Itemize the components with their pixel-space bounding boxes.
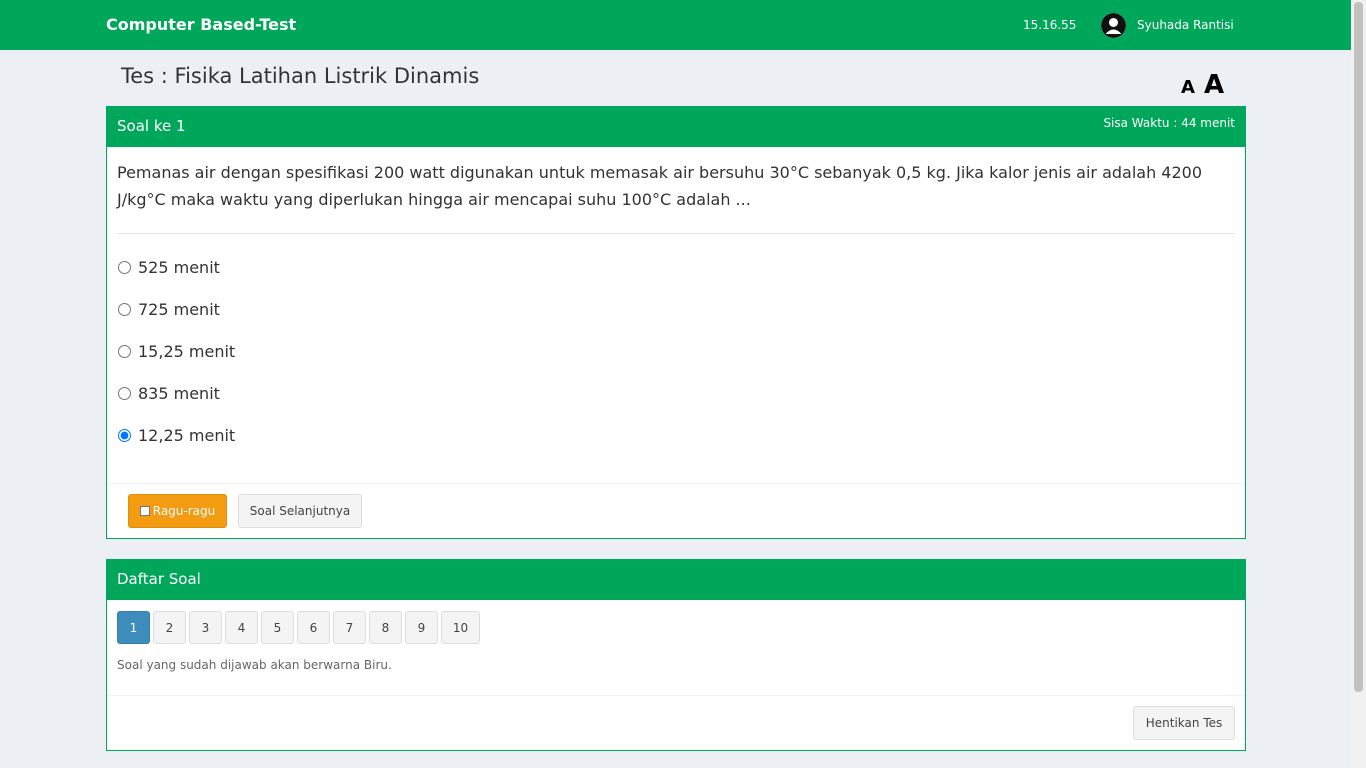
clock: 15.16.55 <box>1023 18 1077 32</box>
answer-radio[interactable] <box>118 386 131 400</box>
question-list-footer-divider <box>107 695 1245 696</box>
user-menu[interactable]: Syuhada Rantisi <box>1101 12 1234 38</box>
font-larger-button[interactable]: A <box>1204 72 1224 98</box>
question-number-button[interactable]: 1 <box>117 611 150 644</box>
question-list-box: Daftar Soal 1 2 3 4 5 6 7 8 9 10 Soal ya… <box>106 559 1246 751</box>
scrollbar-thumb[interactable] <box>1354 2 1363 692</box>
answer-label: 12,25 menit <box>138 425 236 445</box>
answer-option[interactable]: 725 menit <box>117 297 220 321</box>
question-number-button[interactable]: 2 <box>153 611 186 644</box>
question-number-button[interactable]: 6 <box>297 611 330 644</box>
question-number-button[interactable]: 7 <box>333 611 366 644</box>
doubt-button-label: Ragu-ragu <box>152 504 216 518</box>
answer-option[interactable]: 12,25 menit <box>117 423 235 447</box>
time-remaining: Sisa Waktu : 44 menit <box>1103 116 1235 130</box>
question-list-title: Daftar Soal <box>117 570 201 588</box>
question-list-header: Daftar Soal <box>107 560 1245 600</box>
user-icon <box>1101 12 1126 38</box>
answer-radio[interactable] <box>118 428 131 442</box>
question-number-button[interactable]: 3 <box>189 611 222 644</box>
question-box-header: Soal ke 1 Sisa Waktu : 44 menit <box>107 107 1245 147</box>
answer-radio[interactable] <box>118 302 131 316</box>
question-number-button[interactable]: 8 <box>369 611 402 644</box>
stop-test-button[interactable]: Hentikan Tes <box>1133 706 1235 740</box>
answer-option[interactable]: 835 menit <box>117 381 220 405</box>
answer-label: 525 menit <box>138 257 220 277</box>
doubt-checkbox-icon[interactable] <box>139 506 150 516</box>
answer-option[interactable]: 15,25 menit <box>117 339 235 363</box>
next-question-button[interactable]: Soal Selanjutnya <box>238 494 362 528</box>
question-box: Soal ke 1 Sisa Waktu : 44 menit Pemanas … <box>106 106 1246 539</box>
question-divider <box>117 233 1235 234</box>
app-brand[interactable]: Computer Based-Test <box>106 15 296 34</box>
top-navbar: Computer Based-Test 15.16.55 Syuhada Ran… <box>0 0 1351 50</box>
answer-label: 835 menit <box>138 383 220 403</box>
font-smaller-button[interactable]: A <box>1181 77 1195 98</box>
answered-hint: Soal yang sudah dijawab akan berwarna Bi… <box>117 658 392 672</box>
question-box-footer-divider <box>107 483 1245 484</box>
question-number-button[interactable]: 9 <box>405 611 438 644</box>
page-scrollbar[interactable] <box>1351 0 1366 768</box>
answer-label: 725 menit <box>138 299 220 319</box>
answer-radio[interactable] <box>118 260 131 274</box>
question-number-title: Soal ke 1 <box>117 117 186 135</box>
question-number-button[interactable]: 5 <box>261 611 294 644</box>
question-text: Pemanas air dengan spesifikasi 200 watt … <box>117 163 1203 209</box>
user-name: Syuhada Rantisi <box>1137 18 1234 32</box>
question-number-button[interactable]: 4 <box>225 611 258 644</box>
font-size-controls: A A <box>1181 72 1224 98</box>
question-number-list: 1 2 3 4 5 6 7 8 9 10 <box>117 611 480 644</box>
page-title: Tes : Fisika Latihan Listrik Dinamis <box>121 64 480 88</box>
question-number-button[interactable]: 10 <box>441 611 480 644</box>
answer-label: 15,25 menit <box>138 341 236 361</box>
doubt-button[interactable]: Ragu-ragu <box>128 494 227 528</box>
answer-radio[interactable] <box>118 344 131 358</box>
answer-option[interactable]: 525 menit <box>117 255 220 279</box>
